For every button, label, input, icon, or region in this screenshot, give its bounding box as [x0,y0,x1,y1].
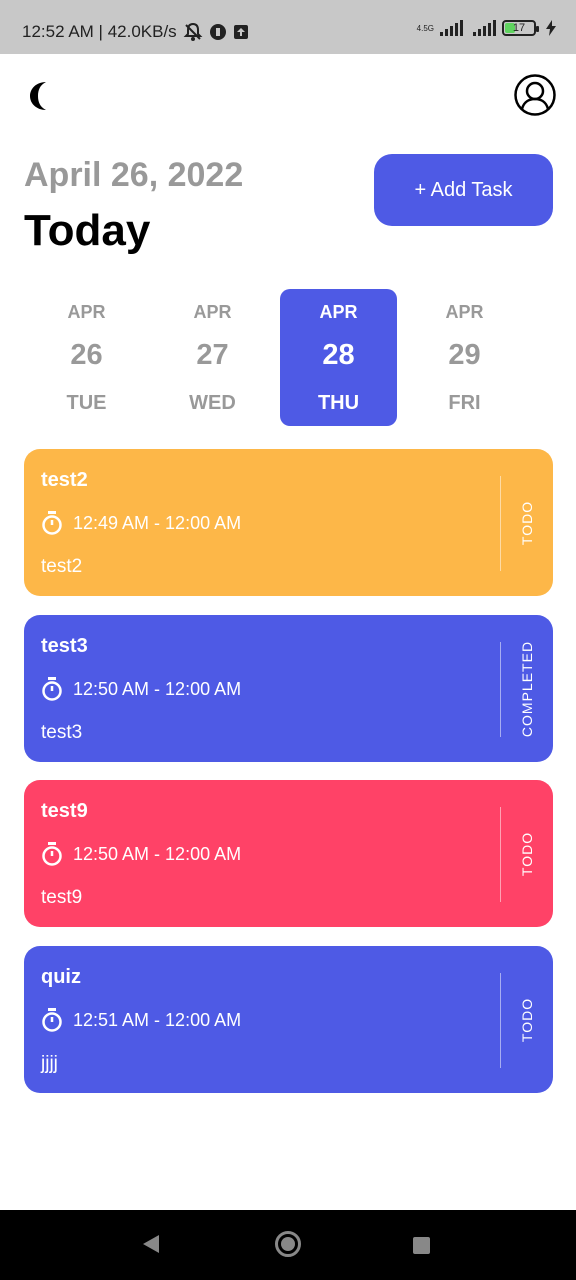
date-day: 27 [196,339,229,371]
task-time-row: 12:49 AM - 12:00 AM [41,511,241,535]
date-month: APR [319,302,358,322]
task-title: test3 [41,635,88,657]
date-item-27[interactable]: APR 27 WED [154,289,271,426]
task-note: test9 [41,887,83,908]
profile-icon[interactable] [514,74,556,116]
task-status-label: TODO [519,997,536,1042]
battery-icon: 17 [502,20,539,36]
status-time-speed: 12:52 AM | 42.0KB/s [22,22,177,41]
task-card[interactable]: quiz 12:51 AM - 12:00 AM jjjj TODO [24,946,553,1093]
date-item-26[interactable]: APR 26 TUE [28,289,145,426]
date-day: 26 [70,339,103,371]
task-divider [500,476,501,571]
task-time-row: 12:50 AM - 12:00 AM [41,677,241,701]
timer-icon [42,1008,62,1032]
task-note: test3 [41,722,83,743]
task-time-row: 12:51 AM - 12:00 AM [41,1008,241,1032]
date-day: 29 [448,339,481,371]
date-month: APR [445,302,484,322]
task-divider [500,807,501,902]
task-status: TODO [514,449,540,596]
task-status-label: COMPLETED [519,640,535,737]
task-card[interactable]: test3 12:50 AM - 12:00 AM test3 COMPLETE… [24,615,553,762]
recent-apps-icon[interactable] [413,1237,430,1254]
status-left: 12:52 AM | 42.0KB/s [22,22,249,42]
timer-icon [42,511,62,535]
upload-icon [233,25,248,39]
task-time: 12:50 AM - 12:00 AM [73,678,242,699]
task-time: 12:50 AM - 12:00 AM [73,843,242,864]
task-time-row: 12:50 AM - 12:00 AM [41,842,241,866]
date-weekday: TUE [66,392,107,414]
page-title: Today [24,206,151,255]
home-icon[interactable] [275,1231,301,1257]
bell-off-icon [183,22,203,41]
current-date: April 26, 2022 [24,156,244,194]
date-item-28-selected[interactable]: APR 28 THU [280,289,397,426]
date-item-29[interactable]: APR 29 FRI [406,289,523,426]
task-status: COMPLETED [514,615,540,762]
task-status: TODO [514,946,540,1093]
task-title: test2 [41,469,88,491]
date-day: 28 [322,339,355,371]
task-status: TODO [514,780,540,927]
task-note: jjjj [41,1053,58,1074]
task-title: test9 [41,800,88,822]
battery-level: 17 [512,22,526,34]
status-bar: 12:52 AM | 42.0KB/s 4.5G 17 [0,0,576,54]
signal-icon [440,20,463,36]
task-status-label: TODO [519,831,536,876]
task-title: quiz [41,966,81,988]
network-type: 4.5G [416,23,434,33]
date-month: APR [193,302,232,322]
add-task-button[interactable]: + Add Task [374,154,553,226]
charging-icon [546,20,556,36]
moon-icon[interactable] [28,80,56,112]
task-note: test2 [41,556,83,577]
date-weekday: FRI [448,392,481,414]
back-icon[interactable] [143,1235,159,1253]
task-time: 12:49 AM - 12:00 AM [73,512,242,533]
status-right: 4.5G 17 [417,20,556,36]
system-nav-bar [0,1210,576,1280]
timer-icon [42,677,62,701]
signal-icon [473,20,496,36]
task-divider [500,642,501,737]
date-weekday: THU [317,392,360,414]
date-weekday: WED [189,392,236,414]
app-notification-icon [209,24,226,40]
date-month: APR [67,302,106,322]
task-time: 12:51 AM - 12:00 AM [73,1009,242,1030]
timer-icon [42,842,62,866]
task-divider [500,973,501,1068]
task-status-label: TODO [519,500,536,545]
task-card[interactable]: test9 12:50 AM - 12:00 AM test9 TODO [24,780,553,927]
task-card[interactable]: test2 12:49 AM - 12:00 AM test2 TODO [24,449,553,596]
